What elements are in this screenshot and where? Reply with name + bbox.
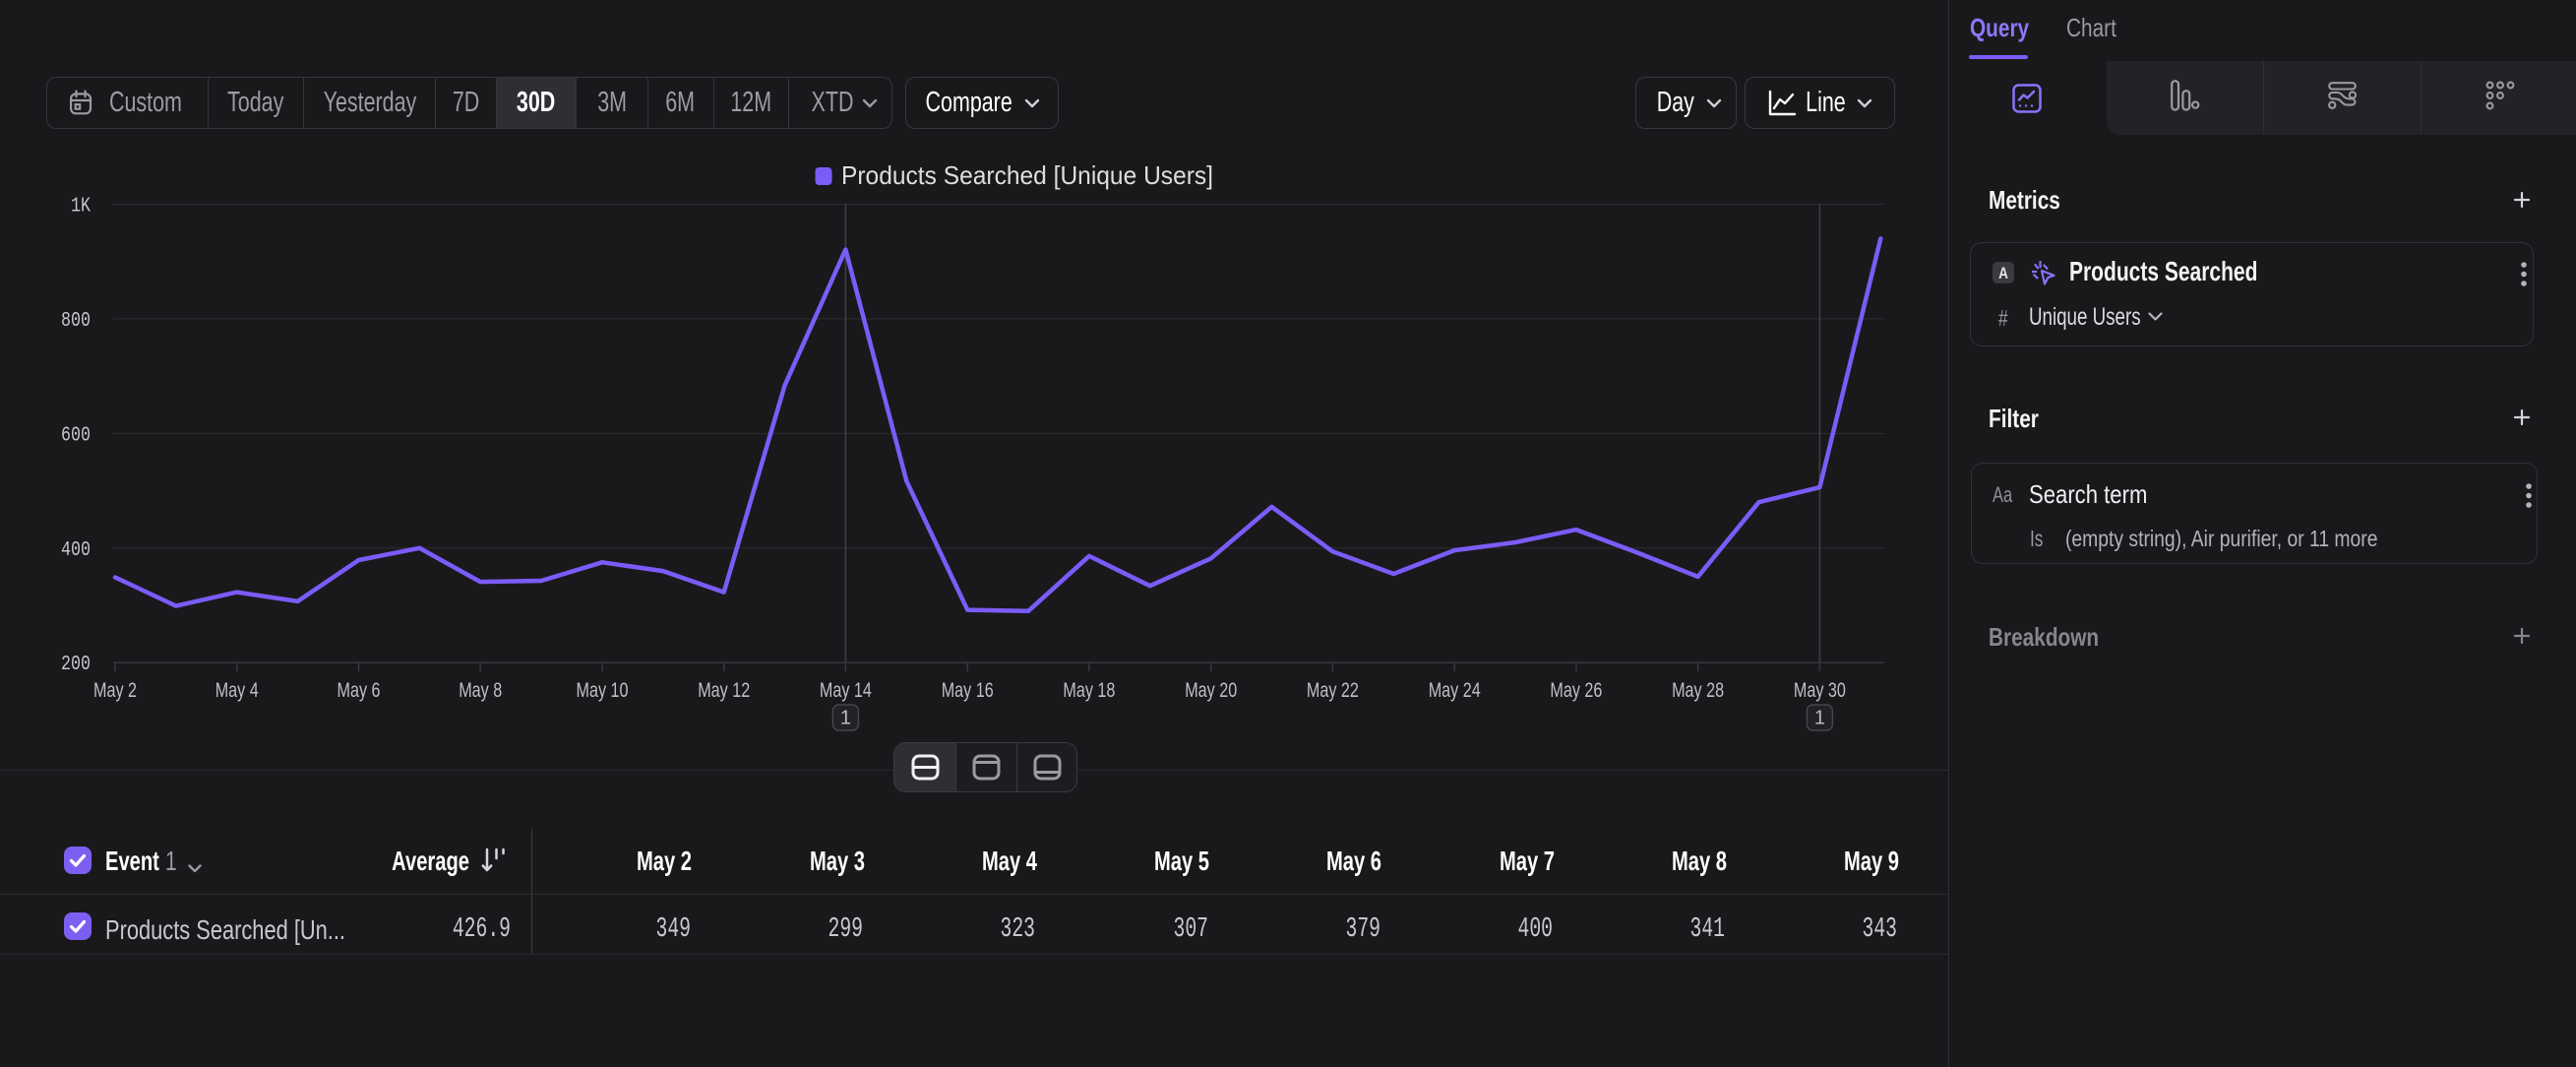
svg-text:May 14: May 14 (820, 678, 872, 702)
svg-text:May 28: May 28 (1672, 678, 1724, 702)
svg-text:May 22: May 22 (1307, 678, 1359, 702)
svg-text:May 6: May 6 (337, 678, 381, 702)
svg-text:400: 400 (61, 539, 91, 562)
svg-text:May 26: May 26 (1550, 678, 1602, 702)
svg-text:600: 600 (61, 424, 91, 447)
svg-text:200: 200 (61, 654, 91, 676)
svg-text:May 4: May 4 (215, 678, 259, 702)
svg-text:May 20: May 20 (1185, 678, 1237, 702)
svg-text:May 30: May 30 (1794, 678, 1846, 702)
svg-text:May 8: May 8 (459, 678, 502, 702)
svg-text:1K: 1K (71, 196, 91, 219)
svg-text:May 18: May 18 (1063, 678, 1115, 702)
svg-text:1: 1 (840, 708, 851, 729)
svg-text:May 2: May 2 (93, 678, 137, 702)
svg-text:1: 1 (1814, 708, 1825, 729)
svg-text:May 12: May 12 (698, 678, 750, 702)
svg-text:Products Searched [Unique User: Products Searched [Unique Users] (841, 160, 1213, 190)
svg-text:May 16: May 16 (942, 678, 994, 702)
svg-text:800: 800 (61, 310, 91, 333)
svg-text:May 24: May 24 (1429, 678, 1481, 702)
svg-text:May 10: May 10 (577, 678, 629, 702)
